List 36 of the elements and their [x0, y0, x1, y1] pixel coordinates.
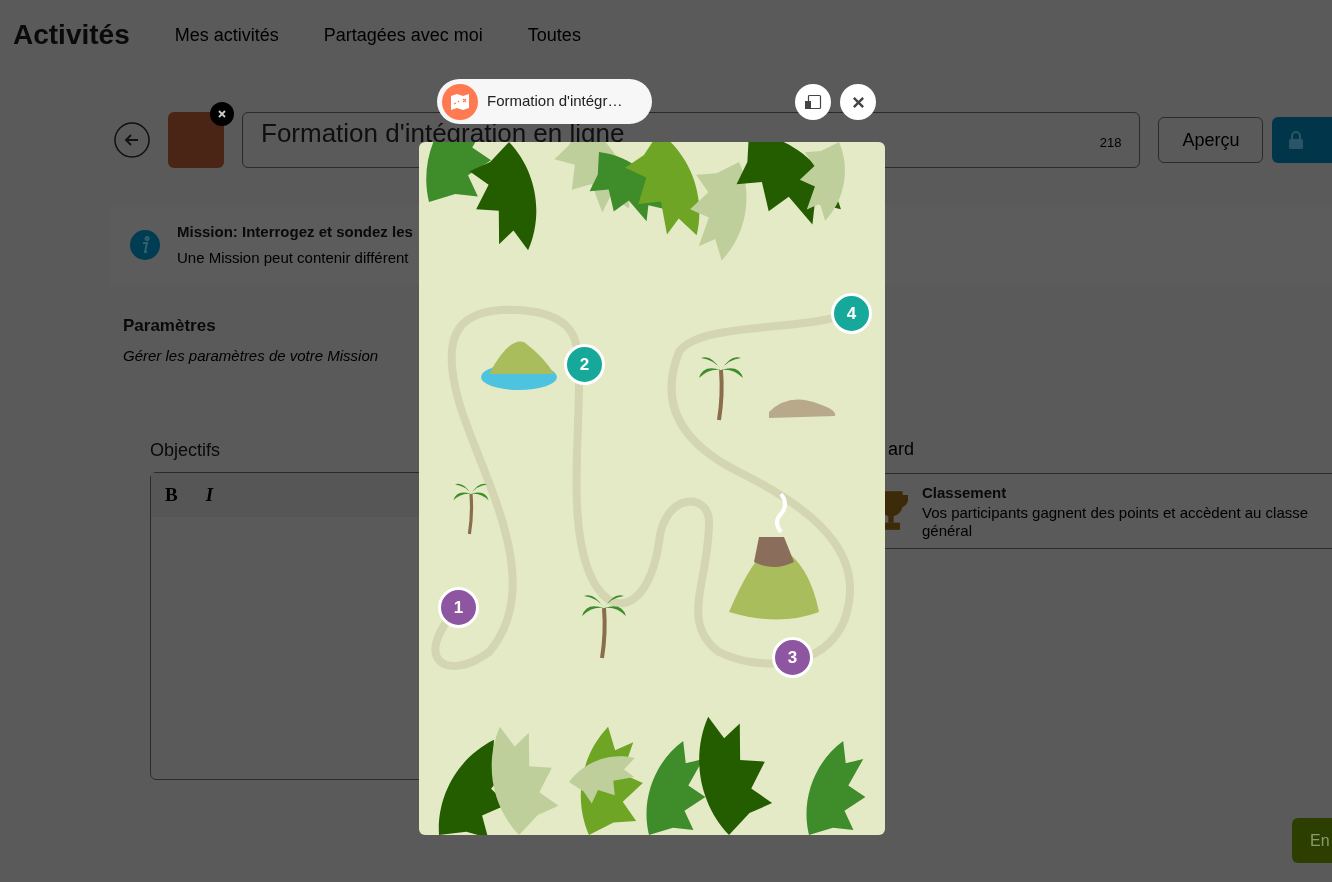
- close-icon: [851, 95, 865, 109]
- field-label: Objectifs: [150, 439, 222, 462]
- remove-icon[interactable]: [210, 102, 234, 126]
- field-label: ard: [887, 438, 915, 461]
- info-text: Une Mission peut contenir différent: [177, 248, 410, 268]
- map-marker[interactable]: 1: [438, 587, 479, 628]
- section-subtitle: Gérer les paramètres de votre Mission: [123, 345, 379, 366]
- palm-tree-drawing: [582, 595, 626, 659]
- page-title: Activités: [13, 18, 130, 52]
- info-icon: [130, 230, 160, 260]
- palm-tree-drawing: [453, 483, 489, 535]
- preview-title: Formation d'intégr…: [487, 91, 623, 112]
- rocks-drawing: [769, 399, 836, 418]
- nav-tab[interactable]: Partagées avec moi: [323, 21, 483, 49]
- bold-button[interactable]: B: [165, 480, 178, 510]
- section-title: Paramètres: [123, 315, 216, 337]
- nav-tab[interactable]: Toutes: [527, 21, 581, 49]
- italic-button[interactable]: I: [205, 480, 214, 510]
- palm-tree-drawing: [699, 357, 743, 421]
- save-button[interactable]: En: [1292, 818, 1332, 863]
- close-button[interactable]: [840, 84, 876, 120]
- character-count: 218: [1099, 134, 1122, 152]
- panel-icon: [804, 94, 822, 110]
- option-title: Classement: [922, 482, 1008, 503]
- activity-thumbnail[interactable]: [168, 112, 224, 168]
- lock-icon: [1288, 131, 1305, 149]
- back-icon[interactable]: [114, 122, 150, 158]
- info-title: Mission: Interrogez et sondez les: [177, 221, 413, 242]
- layout-toggle-button[interactable]: [795, 84, 831, 120]
- map-marker[interactable]: 2: [564, 344, 605, 385]
- map-marker[interactable]: 4: [831, 293, 872, 334]
- map-icon: [442, 83, 478, 120]
- preview-button[interactable]: Aperçu: [1158, 117, 1264, 163]
- option-description: Vos participants gagnent des points et accèdent au classe général: [922, 504, 1310, 541]
- nav-tab[interactable]: Mes activités: [174, 21, 279, 49]
- map-marker[interactable]: 3: [772, 637, 813, 678]
